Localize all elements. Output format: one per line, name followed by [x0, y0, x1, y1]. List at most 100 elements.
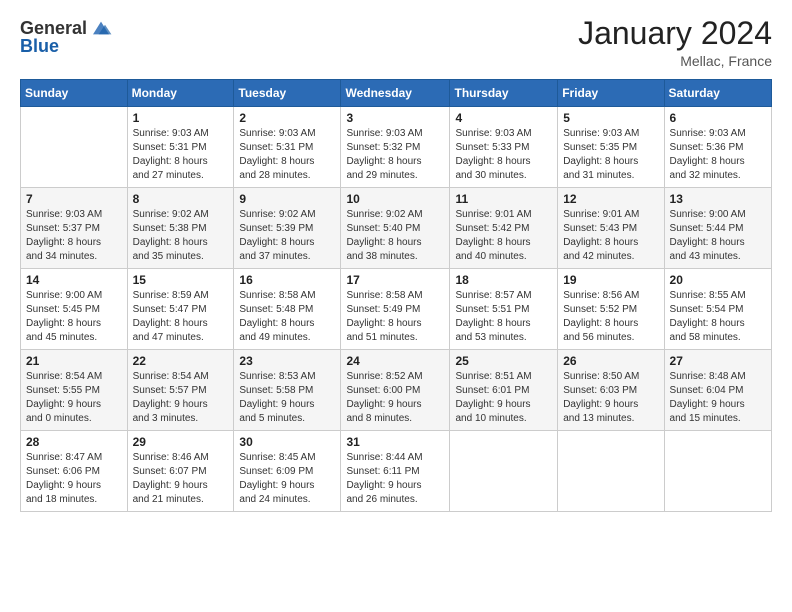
day-number: 19 — [563, 273, 658, 287]
calendar-cell: 29 Sunrise: 8:46 AMSunset: 6:07 PMDayligh… — [127, 431, 234, 512]
calendar-cell — [558, 431, 664, 512]
day-info: Sunrise: 8:59 AMSunset: 5:47 PMDaylight:… — [133, 289, 229, 345]
day-number: 22 — [133, 354, 229, 368]
day-number: 29 — [133, 435, 229, 449]
day-info: Sunrise: 8:58 AMSunset: 5:49 PMDaylight:… — [346, 289, 444, 345]
day-number: 28 — [26, 435, 122, 449]
day-number: 3 — [346, 111, 444, 125]
weekday-header-thursday: Thursday — [450, 80, 558, 107]
day-number: 27 — [670, 354, 766, 368]
calendar-cell: 5Sunrise: 9:03 AMSunset: 5:35 PMDaylight… — [558, 107, 664, 188]
day-number: 1 — [133, 111, 229, 125]
calendar-cell: 2Sunrise: 9:03 AMSunset: 5:31 PMDaylight… — [234, 107, 341, 188]
day-number: 11 — [455, 192, 552, 206]
weekday-header-friday: Friday — [558, 80, 664, 107]
day-info: Sunrise: 9:02 AMSunset: 5:39 PMDaylight:… — [239, 208, 335, 264]
weekday-header-sunday: Sunday — [21, 80, 128, 107]
day-info: Sunrise: 8:58 AMSunset: 5:48 PMDaylight:… — [239, 289, 335, 345]
day-info: Sunrise: 9:03 AMSunset: 5:36 PMDaylight:… — [670, 127, 766, 183]
calendar-cell: 11 Sunrise: 9:01 AMSunset: 5:42 PMDayligh… — [450, 188, 558, 269]
day-number: 21 — [26, 354, 122, 368]
day-number: 12 — [563, 192, 658, 206]
calendar-cell: 17 Sunrise: 8:58 AMSunset: 5:49 PMDayligh… — [341, 269, 450, 350]
calendar-cell: 3 Sunrise: 9:03 AMSunset: 5:32 PMDaylight… — [341, 107, 450, 188]
day-number: 30 — [239, 435, 335, 449]
weekday-header-tuesday: Tuesday — [234, 80, 341, 107]
day-info: Sunrise: 8:44 AMSunset: 6:11 PMDaylight:… — [346, 451, 444, 507]
calendar-cell: 21Sunrise: 8:54 AMSunset: 5:55 PMDayligh… — [21, 350, 128, 431]
day-info: Sunrise: 8:46 AMSunset: 6:07 PMDaylight:… — [133, 451, 229, 507]
calendar-cell: 15 Sunrise: 8:59 AMSunset: 5:47 PMDayligh… — [127, 269, 234, 350]
calendar-cell: 30 Sunrise: 8:45 AMSunset: 6:09 PMDayligh… — [234, 431, 341, 512]
calendar-cell: 31 Sunrise: 8:44 AMSunset: 6:11 PMDayligh… — [341, 431, 450, 512]
day-info: Sunrise: 8:57 AMSunset: 5:51 PMDaylight:… — [455, 289, 552, 345]
calendar-cell — [664, 431, 771, 512]
day-info: Sunrise: 8:56 AMSunset: 5:52 PMDaylight:… — [563, 289, 658, 345]
week-row-4: 21Sunrise: 8:54 AMSunset: 5:55 PMDayligh… — [21, 350, 772, 431]
calendar-cell: 8Sunrise: 9:02 AMSunset: 5:38 PMDaylight… — [127, 188, 234, 269]
day-info: Sunrise: 8:48 AMSunset: 6:04 PMDaylight:… — [670, 370, 766, 426]
day-info: Sunrise: 9:02 AMSunset: 5:40 PMDaylight:… — [346, 208, 444, 264]
calendar-cell: 22 Sunrise: 8:54 AMSunset: 5:57 PMDayligh… — [127, 350, 234, 431]
day-info: Sunrise: 9:00 AMSunset: 5:44 PMDaylight:… — [670, 208, 766, 264]
week-row-3: 14Sunrise: 9:00 AMSunset: 5:45 PMDayligh… — [21, 269, 772, 350]
day-info: Sunrise: 8:53 AMSunset: 5:58 PMDaylight:… — [239, 370, 335, 426]
day-number: 20 — [670, 273, 766, 287]
title-block: January 2024 Mellac, France — [578, 16, 772, 69]
day-number: 6 — [670, 111, 766, 125]
day-info: Sunrise: 9:03 AMSunset: 5:37 PMDaylight:… — [26, 208, 122, 264]
logo-icon — [89, 16, 113, 40]
day-info: Sunrise: 8:54 AMSunset: 5:57 PMDaylight:… — [133, 370, 229, 426]
weekday-header-wednesday: Wednesday — [341, 80, 450, 107]
day-info: Sunrise: 8:45 AMSunset: 6:09 PMDaylight:… — [239, 451, 335, 507]
day-number: 4 — [455, 111, 552, 125]
calendar-cell: 27 Sunrise: 8:48 AMSunset: 6:04 PMDayligh… — [664, 350, 771, 431]
calendar-cell: 4Sunrise: 9:03 AMSunset: 5:33 PMDaylight… — [450, 107, 558, 188]
day-info: Sunrise: 8:50 AMSunset: 6:03 PMDaylight:… — [563, 370, 658, 426]
calendar-cell: 19 Sunrise: 8:56 AMSunset: 5:52 PMDayligh… — [558, 269, 664, 350]
weekday-header-row: SundayMondayTuesdayWednesdayThursdayFrid… — [21, 80, 772, 107]
day-number: 17 — [346, 273, 444, 287]
calendar-cell: 12Sunrise: 9:01 AMSunset: 5:43 PMDayligh… — [558, 188, 664, 269]
day-number: 14 — [26, 273, 122, 287]
day-info: Sunrise: 9:01 AMSunset: 5:42 PMDaylight:… — [455, 208, 552, 264]
day-info: Sunrise: 8:52 AMSunset: 6:00 PMDaylight:… — [346, 370, 444, 426]
day-info: Sunrise: 9:02 AMSunset: 5:38 PMDaylight:… — [133, 208, 229, 264]
calendar-cell: 10Sunrise: 9:02 AMSunset: 5:40 PMDayligh… — [341, 188, 450, 269]
calendar-cell: 18Sunrise: 8:57 AMSunset: 5:51 PMDayligh… — [450, 269, 558, 350]
day-number: 26 — [563, 354, 658, 368]
logo-blue: Blue — [20, 36, 59, 57]
day-info: Sunrise: 9:03 AMSunset: 5:31 PMDaylight:… — [239, 127, 335, 183]
calendar-cell: 13 Sunrise: 9:00 AMSunset: 5:44 PMDayligh… — [664, 188, 771, 269]
calendar-table: SundayMondayTuesdayWednesdayThursdayFrid… — [20, 79, 772, 512]
day-number: 15 — [133, 273, 229, 287]
day-number: 25 — [455, 354, 552, 368]
calendar-cell — [21, 107, 128, 188]
calendar-cell: 28 Sunrise: 8:47 AMSunset: 6:06 PMDayligh… — [21, 431, 128, 512]
day-info: Sunrise: 9:03 AMSunset: 5:32 PMDaylight:… — [346, 127, 444, 183]
day-info: Sunrise: 9:03 AMSunset: 5:35 PMDaylight:… — [563, 127, 658, 183]
week-row-2: 7 Sunrise: 9:03 AMSunset: 5:37 PMDaylight… — [21, 188, 772, 269]
week-row-1: 1 Sunrise: 9:03 AMSunset: 5:31 PMDaylight… — [21, 107, 772, 188]
calendar-cell: 26 Sunrise: 8:50 AMSunset: 6:03 PMDayligh… — [558, 350, 664, 431]
calendar-cell: 6 Sunrise: 9:03 AMSunset: 5:36 PMDaylight… — [664, 107, 771, 188]
day-number: 13 — [670, 192, 766, 206]
day-info: Sunrise: 8:47 AMSunset: 6:06 PMDaylight:… — [26, 451, 122, 507]
day-number: 31 — [346, 435, 444, 449]
weekday-header-saturday: Saturday — [664, 80, 771, 107]
calendar-cell: 16 Sunrise: 8:58 AMSunset: 5:48 PMDayligh… — [234, 269, 341, 350]
day-number: 24 — [346, 354, 444, 368]
day-info: Sunrise: 8:55 AMSunset: 5:54 PMDaylight:… — [670, 289, 766, 345]
calendar-cell: 24 Sunrise: 8:52 AMSunset: 6:00 PMDayligh… — [341, 350, 450, 431]
calendar-cell: 1Sunrise: 9:03 AMSunset: 5:31 PMDaylight… — [127, 107, 234, 188]
location: Mellac, France — [578, 53, 772, 69]
calendar-cell: 23 Sunrise: 8:53 AMSunset: 5:58 PMDayligh… — [234, 350, 341, 431]
day-number: 23 — [239, 354, 335, 368]
weekday-header-monday: Monday — [127, 80, 234, 107]
day-number: 7 — [26, 192, 122, 206]
calendar-cell: 7 Sunrise: 9:03 AMSunset: 5:37 PMDaylight… — [21, 188, 128, 269]
month-title: January 2024 — [578, 16, 772, 51]
week-row-5: 28 Sunrise: 8:47 AMSunset: 6:06 PMDayligh… — [21, 431, 772, 512]
calendar-cell: 20 Sunrise: 8:55 AMSunset: 5:54 PMDayligh… — [664, 269, 771, 350]
day-number: 16 — [239, 273, 335, 287]
